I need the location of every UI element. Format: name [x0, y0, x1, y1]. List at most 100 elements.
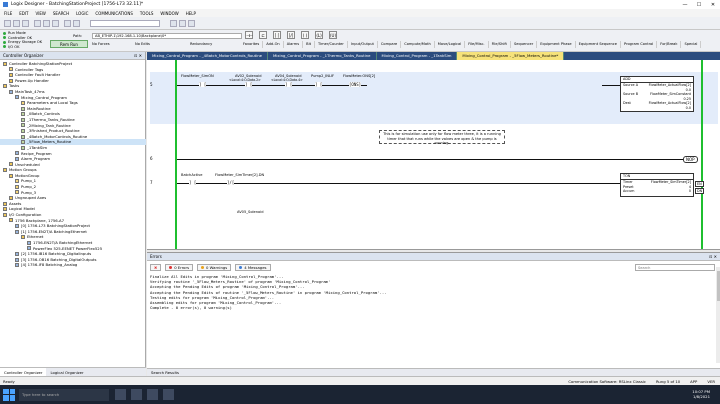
search-results-tab[interactable]: Search Results [147, 368, 720, 376]
palette-tab[interactable]: Move/Logical [435, 41, 466, 48]
block-param-value[interactable]: FlowMeter_SimTimer[2] [651, 180, 691, 185]
output-line[interactable]: Complete - 0 error(s), 0 warning(s) [150, 305, 710, 310]
xic-contact[interactable]: ] [ [315, 82, 323, 87]
palette-tab[interactable]: Alarms [284, 41, 304, 48]
ladder-editor[interactable]: 5 FlowMeter_SimON ] [ AV02_Solenoid <Loc… [147, 60, 720, 250]
cut-icon[interactable] [34, 20, 41, 27]
palette-tab[interactable]: Input/Output [348, 41, 378, 48]
palette-tab[interactable]: Compute/Math [401, 41, 435, 48]
tab-controller-organizer[interactable]: Controller Organizer [0, 368, 47, 376]
otl-button[interactable]: (L) [315, 31, 323, 39]
taskbar-search[interactable]: Type here to search [19, 388, 109, 401]
palette-tab[interactable]: Sequencer [511, 41, 538, 48]
rung-button[interactable]: ⊣⊢ [245, 31, 253, 39]
routine-tab[interactable]: Mixing_Control_Program - _1TankSim [377, 52, 458, 60]
browser-icon[interactable] [147, 389, 158, 400]
new-file-icon[interactable] [4, 20, 11, 27]
palette-tab[interactable]: Timer/Counter [315, 41, 348, 48]
menu-window[interactable]: WINDOW [160, 11, 178, 16]
rung-number[interactable]: 5 [150, 82, 153, 87]
menu-file[interactable]: FILE [4, 11, 12, 16]
menu-tools[interactable]: TOOLS [140, 11, 154, 16]
routine-tab[interactable]: Mixing_Control_Program - _1Thermo_Tanks_… [268, 52, 377, 60]
organizer-header: Controller Organizer ⊡ ✕ [0, 52, 145, 60]
contact-tag[interactable]: BatchActive [181, 173, 202, 177]
contact-tag[interactable]: FlowMeter.ONS[2] [343, 74, 375, 78]
add-instruction-block[interactable]: ADD Source A FlowMeter_ActualFlow[2] 0.0 … [620, 76, 694, 112]
verify-icon[interactable] [170, 20, 177, 27]
open-file-icon[interactable] [13, 20, 20, 27]
close-button[interactable]: ✕ [706, 2, 720, 8]
controller-mode-dropdown[interactable]: Rem Run [50, 40, 88, 48]
palette-tab[interactable]: Compare [378, 41, 402, 48]
branch-button[interactable]: ⊏ [259, 31, 267, 39]
xic-contact[interactable]: ] [ [199, 82, 207, 87]
file-explorer-icon[interactable] [131, 389, 142, 400]
routine-tab-active[interactable]: Mixing_Control_Program - _5Flow_Meters_R… [457, 52, 565, 60]
edits-status[interactable]: No Edits [135, 42, 150, 46]
ons-instruction[interactable]: [ONS] [349, 82, 362, 87]
tab-logical-organizer[interactable]: Logical Organizer [46, 368, 87, 376]
copy-icon[interactable] [43, 20, 50, 27]
xic-button[interactable]: ] [ [273, 31, 281, 39]
routine-tab[interactable]: Mixing_Control_Program - _4Batch_MotorCo… [147, 52, 268, 60]
logix-designer-icon[interactable] [163, 389, 174, 400]
menu-search[interactable]: SEARCH [53, 11, 69, 16]
contact-tag[interactable]: FlowMeter_SimON [181, 74, 214, 78]
xic-contact[interactable]: ] [ [189, 180, 197, 185]
palette-tab[interactable]: Add-On [263, 41, 284, 48]
palette-tab[interactable]: Equipment Sequence [576, 41, 621, 48]
zoom-out-icon[interactable] [188, 20, 195, 27]
tree-item[interactable]: [4] 1756-IF8 Batching_Analog [0, 262, 146, 268]
palette-tab[interactable]: Equipment Phase [537, 41, 576, 48]
zoom-in-icon[interactable] [179, 20, 186, 27]
xio-button[interactable]: ]/[ [287, 31, 295, 39]
messages-filter-button[interactable]: 4 Messages [235, 264, 271, 271]
paste-icon[interactable] [52, 20, 59, 27]
otu-button[interactable]: (U) [329, 31, 337, 39]
warnings-filter-button[interactable]: 0 Warnings [197, 264, 232, 271]
xio-contact[interactable]: ]/[ [227, 180, 235, 185]
palette-tab[interactable]: File/Shift [489, 41, 511, 48]
pin-close-icon[interactable]: ⊡ ✕ [134, 52, 145, 59]
palette-tab[interactable]: Special [681, 41, 702, 48]
start-button[interactable] [3, 388, 15, 401]
system-clock[interactable]: 10:07 PM 1/8/2021 [692, 389, 720, 400]
pin-close-icon[interactable]: ⊡ ✕ [709, 253, 720, 260]
path-field[interactable]: AB_ETHIP-1\192.168.1.10\Backplane\0* [92, 33, 242, 39]
menu-edit[interactable]: EDIT [19, 11, 28, 16]
errors-search-input[interactable]: Search [635, 264, 715, 271]
clear-errors-button[interactable]: ✖ [150, 264, 162, 271]
save-icon[interactable] [22, 20, 29, 27]
forces-status[interactable]: No Forces [92, 42, 110, 46]
menu-logic[interactable]: LOGIC [76, 11, 88, 16]
menu-view[interactable]: VIEW [35, 11, 45, 16]
nop-instruction[interactable]: NOP [683, 156, 698, 163]
menu-communications[interactable]: COMMUNICATIONS [95, 11, 132, 16]
rung-number[interactable]: 7 [150, 180, 153, 185]
vertical-scrollbar[interactable] [716, 267, 720, 363]
rung-number[interactable]: 6 [150, 156, 153, 161]
ton-timer-block[interactable]: TON Timer FlowMeter_SimTimer[2] Preset 4 A… [620, 173, 694, 197]
minimize-button[interactable]: — [678, 2, 692, 8]
maximize-button[interactable]: ☐ [692, 2, 706, 8]
find-combo[interactable] [90, 20, 160, 27]
errors-filter-button[interactable]: 0 Errors [165, 264, 194, 271]
palette-tab[interactable]: Program Control [621, 41, 658, 48]
rung-comment[interactable]: This is for simulation use only for flow… [379, 130, 505, 145]
contact-tag[interactable]: AV05_Solenoid [237, 210, 264, 214]
menu-help[interactable]: HELP [186, 11, 196, 16]
redundancy-status[interactable]: Redundancy [190, 42, 212, 46]
redo-icon[interactable] [73, 20, 80, 27]
contact-tag[interactable]: FlowMeter_SimTimer[2].DN [215, 173, 264, 177]
undo-icon[interactable] [64, 20, 71, 27]
contact-tag[interactable]: Pump2_INLIF [311, 74, 334, 78]
task-view-icon[interactable] [115, 389, 126, 400]
palette-tab[interactable]: Favorites [240, 41, 264, 48]
xic-contact[interactable]: ] [ [285, 82, 293, 87]
palette-tab[interactable]: File/Misc. [465, 41, 489, 48]
xic-contact[interactable]: ] [ [245, 82, 253, 87]
palette-tab[interactable]: For/Break [657, 41, 682, 48]
palette-tab[interactable]: Bit [303, 41, 316, 48]
ote-button[interactable]: ( ) [301, 31, 309, 39]
